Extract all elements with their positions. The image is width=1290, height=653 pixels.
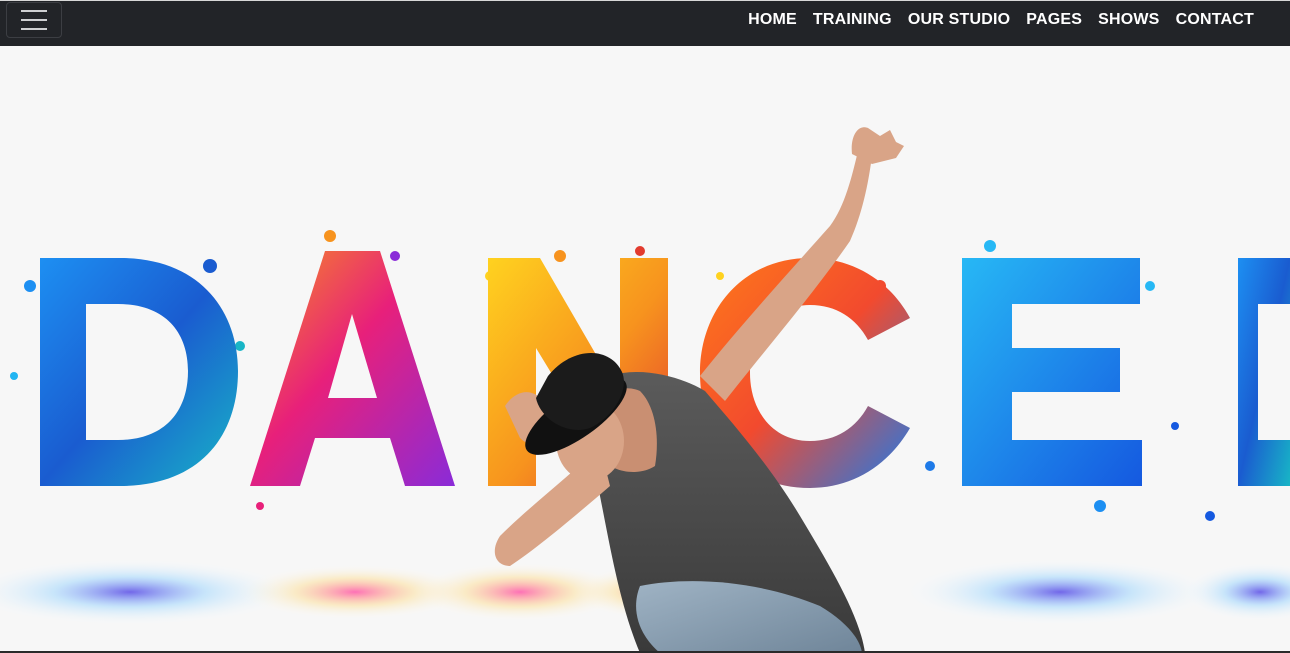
nav-link-contact[interactable]: CONTACT: [1168, 11, 1262, 29]
dance-hero-graphic: [0, 127, 1290, 653]
top-navbar: HOME TRAINING OUR STUDIO PAGES SHOWS CON…: [0, 0, 1290, 46]
nav-link-home[interactable]: HOME: [740, 11, 805, 29]
floor-glow: [1180, 562, 1290, 622]
nav-link-training[interactable]: TRAINING: [805, 11, 900, 29]
nav-links: HOME TRAINING OUR STUDIO PAGES SHOWS CON…: [740, 11, 1262, 29]
nav-link-shows[interactable]: SHOWS: [1090, 11, 1167, 29]
hamburger-line: [21, 18, 47, 21]
floor-glow: [900, 558, 1220, 626]
nav-link-pages[interactable]: PAGES: [1018, 11, 1090, 29]
hamburger-menu-icon[interactable]: [6, 1, 62, 38]
hamburger-line: [21, 27, 47, 30]
letter-e: [962, 258, 1142, 486]
letter-d: [40, 258, 238, 486]
hamburger-line: [21, 9, 47, 12]
hero-banner: [0, 46, 1290, 653]
letter-partial: [1238, 258, 1290, 486]
letter-a: [250, 251, 455, 486]
nav-link-our-studio[interactable]: OUR STUDIO: [900, 11, 1018, 29]
